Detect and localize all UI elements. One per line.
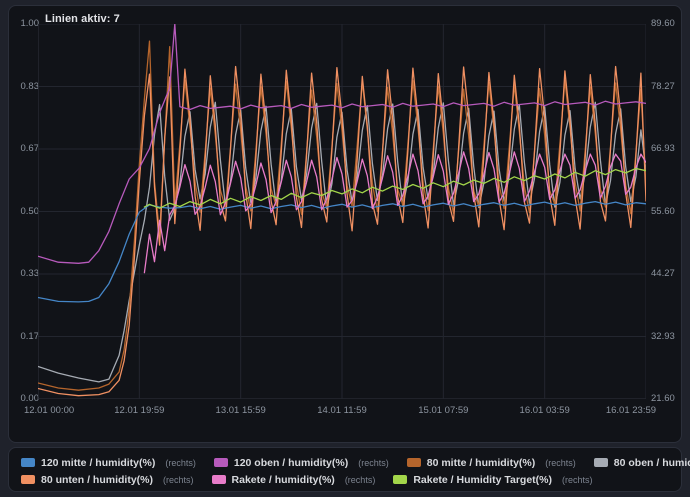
legend-item-rakete-target[interactable]: Rakete / Humidity Target(%) (rechts) <box>391 474 594 486</box>
legend-label: 120 mitte / humidity(%) <box>41 457 155 469</box>
left-axis-tick: 0.17 <box>21 331 40 343</box>
x-axis: 12.01 00:00 12.01 19:59 13.01 15:59 14.0… <box>38 405 646 419</box>
series-color-swatch <box>21 458 35 467</box>
x-axis-tick: 12.01 19:59 <box>114 405 164 416</box>
legend-item-80-unten[interactable]: 80 unten / humidity(%) (rechts) <box>19 474 196 486</box>
legend-item-rakete-humidity[interactable]: Rakete / humidity(%) (rechts) <box>210 474 378 486</box>
legend-axis-side: (rechts) <box>345 475 376 485</box>
right-axis-tick: 32.93 <box>651 331 675 343</box>
right-y-axis: 89.60 78.27 66.93 55.60 44.27 32.93 21.6… <box>651 18 685 405</box>
x-axis-tick: 14.01 11:59 <box>317 405 366 416</box>
left-axis-tick: 0.83 <box>21 81 40 93</box>
x-axis-tick: 13.01 15:59 <box>216 405 266 416</box>
series-color-swatch <box>212 475 226 484</box>
legend-item-120-mitte[interactable]: 120 mitte / humidity(%) (rechts) <box>19 457 198 469</box>
right-axis-tick: 89.60 <box>651 18 675 30</box>
legend-axis-side: (rechts) <box>562 475 593 485</box>
legend-item-80-oben[interactable]: 80 oben / humidity(%) (rechts) <box>592 457 690 469</box>
legend-label: 120 oben / humidity(%) <box>234 457 348 469</box>
timeseries-panel: Linien aktiv: 7 1.00 0.83 0.67 0.50 0.33… <box>8 5 682 443</box>
x-axis-tick: 16.01 03:59 <box>520 405 570 416</box>
legend-item-80-mitte[interactable]: 80 mitte / humidity(%) (rechts) <box>405 457 578 469</box>
legend: 120 mitte / humidity(%) (rechts) 120 obe… <box>8 447 682 492</box>
x-axis-tick: 15.01 07:59 <box>418 405 468 416</box>
left-axis-tick: 0.33 <box>21 268 40 280</box>
x-axis-tick: 16.01 23:59 <box>606 405 656 416</box>
series-line-5 <box>144 152 646 273</box>
legend-row: 120 mitte / humidity(%) (rechts) 120 obe… <box>19 454 681 471</box>
legend-label: Rakete / Humidity Target(%) <box>413 474 552 486</box>
plot-area[interactable] <box>38 24 646 399</box>
legend-axis-side: (rechts) <box>358 458 389 468</box>
left-axis-tick: 0.67 <box>21 143 40 155</box>
x-axis-tick: 12.01 00:00 <box>24 405 74 416</box>
time-series-plot[interactable] <box>38 24 646 399</box>
left-y-axis: 1.00 0.83 0.67 0.50 0.33 0.17 0.00 <box>9 18 39 405</box>
series-color-swatch <box>594 458 608 467</box>
series-color-swatch <box>21 475 35 484</box>
series-color-swatch <box>407 458 421 467</box>
legend-item-120-oben[interactable]: 120 oben / humidity(%) (rechts) <box>212 457 391 469</box>
legend-label: 80 oben / humidity(%) <box>614 457 690 469</box>
legend-label: Rakete / humidity(%) <box>232 474 335 486</box>
legend-row: 80 unten / humidity(%) (rechts) Rakete /… <box>19 471 681 488</box>
right-axis-tick: 78.27 <box>651 81 675 93</box>
legend-label: 80 unten / humidity(%) <box>41 474 153 486</box>
left-axis-tick: 1.00 <box>21 18 40 30</box>
right-axis-tick: 21.60 <box>651 393 675 405</box>
legend-label: 80 mitte / humidity(%) <box>427 457 536 469</box>
legend-axis-side: (rechts) <box>165 458 196 468</box>
right-axis-tick: 66.93 <box>651 143 675 155</box>
legend-axis-side: (rechts) <box>545 458 576 468</box>
series-color-swatch <box>214 458 228 467</box>
left-axis-tick: 0.50 <box>21 206 40 218</box>
left-axis-tick: 0.00 <box>21 393 40 405</box>
right-axis-tick: 44.27 <box>651 268 675 280</box>
legend-axis-side: (rechts) <box>163 475 194 485</box>
series-color-swatch <box>393 475 407 484</box>
right-axis-tick: 55.60 <box>651 206 675 218</box>
